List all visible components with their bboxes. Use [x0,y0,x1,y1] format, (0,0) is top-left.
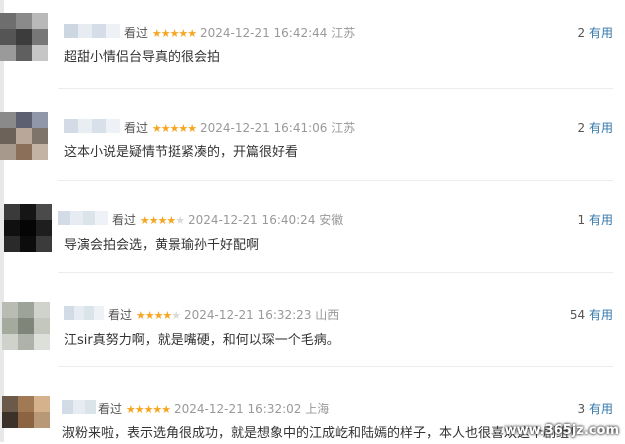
vote-count: 54 有用 [570,306,613,323]
comment-item: 看过 ★★★★★ 2024-12-21 16:40:24 安徽 1 有用 导演会… [0,180,625,272]
comment-list: 看过 ★★★★★ 2024-12-21 16:42:44 江苏 2 有用 超甜小… [0,0,625,442]
site-watermark: www.365jz.com [504,423,619,438]
rating-stars: ★★★★★ [135,309,181,322]
vote-count: 3 有用 [578,400,613,417]
vote-count: 1 有用 [578,211,613,228]
comment-time: 2024-12-21 16:32:23 [184,308,312,322]
watched-label: 看过 [124,121,149,135]
avatar[interactable] [4,204,52,252]
comment-meta: 看过 ★★★★★ 2024-12-21 16:41:06 江苏 [124,119,355,136]
comment-location: 江苏 [331,26,356,40]
comment-location: 山西 [315,308,340,322]
avatar[interactable] [2,302,50,350]
vote-number: 2 [577,26,586,40]
rating-stars: ★★★★★ [125,403,171,416]
username-blurred[interactable] [64,24,120,38]
watched-label: 看过 [112,213,137,227]
useful-button[interactable]: 有用 [589,26,613,40]
useful-button[interactable]: 有用 [589,308,613,322]
watched-label: 看过 [108,308,133,322]
comment-text: 超甜小情侣台导真的很会拍 [64,50,221,65]
vote-count: 2 有用 [578,119,613,136]
watched-label: 看过 [98,402,123,416]
comment-meta: 看过 ★★★★★ 2024-12-21 16:42:44 江苏 [124,24,355,41]
comment-text: 导演会拍会选，黄景瑜孙千好配啊 [64,238,260,253]
comment-meta: 看过 ★★★★★ 2024-12-21 16:40:24 安徽 [112,211,343,228]
avatar[interactable] [2,396,50,444]
useful-button[interactable]: 有用 [589,213,613,227]
comment-location: 江苏 [331,121,356,135]
comment-time: 2024-12-21 16:32:02 [173,402,302,416]
comment-item: 看过 ★★★★★ 2024-12-21 16:41:06 江苏 2 有用 这本小… [0,88,625,180]
comment-time: 2024-12-21 16:40:24 [188,213,316,227]
vote-count: 2 有用 [578,24,613,41]
rating-stars: ★★★★★ [151,122,197,135]
comment-item: 看过 ★★★★★ 2024-12-21 16:42:44 江苏 2 有用 超甜小… [0,0,625,88]
username-blurred[interactable] [62,400,96,414]
vote-number: 54 [569,308,586,322]
username-blurred[interactable] [64,306,104,320]
comment-time: 2024-12-21 16:41:06 [199,121,328,135]
comment-time: 2024-12-21 16:42:44 [199,26,328,40]
avatar[interactable] [0,13,48,61]
comment-location: 安徽 [319,213,344,227]
rating-stars: ★★★★★ [139,214,185,227]
comment-text: 这本小说是疑情节挺紧凑的，开篇很好看 [64,145,299,160]
vote-number: 1 [577,213,586,227]
watched-label: 看过 [124,26,149,40]
useful-button[interactable]: 有用 [589,402,613,416]
rating-stars: ★★★★★ [151,27,197,40]
username-blurred[interactable] [64,119,120,133]
vote-number: 3 [577,402,586,416]
comment-meta: 看过 ★★★★★ 2024-12-21 16:32:02 上海 [98,400,329,417]
comment-meta: 看过 ★★★★★ 2024-12-21 16:32:23 山西 [108,306,339,323]
avatar[interactable] [0,112,48,160]
comment-location: 上海 [305,402,330,416]
useful-button[interactable]: 有用 [589,121,613,135]
vote-number: 2 [577,121,586,135]
username-blurred[interactable] [58,211,108,225]
comment-item: 看过 ★★★★★ 2024-12-21 16:32:23 山西 54 有用 江s… [0,272,625,366]
comment-text: 江sir真努力啊，就是嘴硬，和何以琛一个毛病。 [64,333,340,348]
